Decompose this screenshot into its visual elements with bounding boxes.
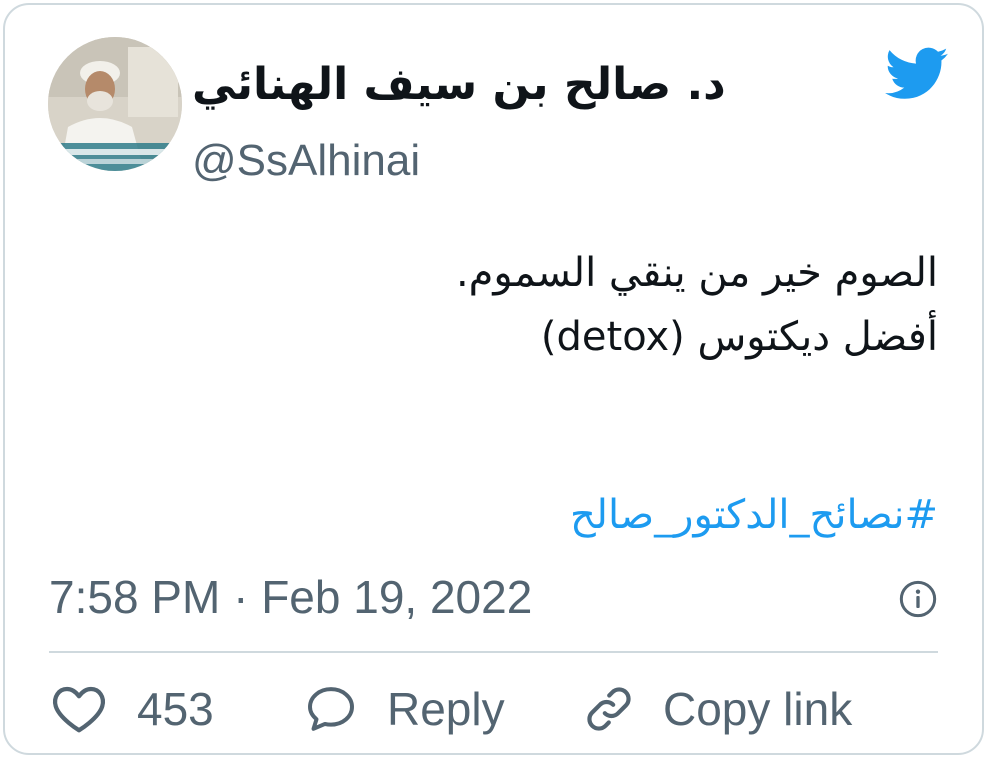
tweet-text: الصوم خير من ينقي السموم. أفضل ديكتوس (d… xyxy=(78,241,938,369)
display-name[interactable]: د. صالح بن سيف الهنائي xyxy=(192,57,732,113)
user-handle[interactable]: @SsAlhinai xyxy=(192,133,420,189)
reply-label: Reply xyxy=(387,683,505,735)
divider xyxy=(49,651,938,653)
like-button[interactable]: 453 xyxy=(49,677,214,741)
tweet-timestamp[interactable]: 7:58 PM · Feb 19, 2022 xyxy=(49,567,532,627)
tweet-line: أفضل ديكتوس (detox) xyxy=(540,314,938,360)
speech-bubble-icon xyxy=(308,687,354,731)
link-icon xyxy=(587,687,631,731)
like-count: 453 xyxy=(137,683,214,735)
avatar[interactable] xyxy=(48,37,182,171)
heart-icon xyxy=(52,686,106,733)
copy-link-button[interactable]: Copy link xyxy=(581,677,852,741)
tweet-card: د. صالح بن سيف الهنائي @SsAlhinai الصوم … xyxy=(3,3,984,755)
tweet-line: الصوم خير من ينقي السموم. xyxy=(455,250,938,296)
copy-link-label: Copy link xyxy=(663,683,853,735)
reply-button[interactable]: Reply xyxy=(303,677,505,741)
hashtag-link[interactable]: #نصائح_الدكتور_صالح xyxy=(570,483,938,547)
profile-photo-image xyxy=(48,37,182,171)
info-icon[interactable] xyxy=(898,579,938,619)
twitter-bird-icon[interactable] xyxy=(885,47,949,101)
action-bar: 453 Reply Copy link xyxy=(49,677,938,741)
